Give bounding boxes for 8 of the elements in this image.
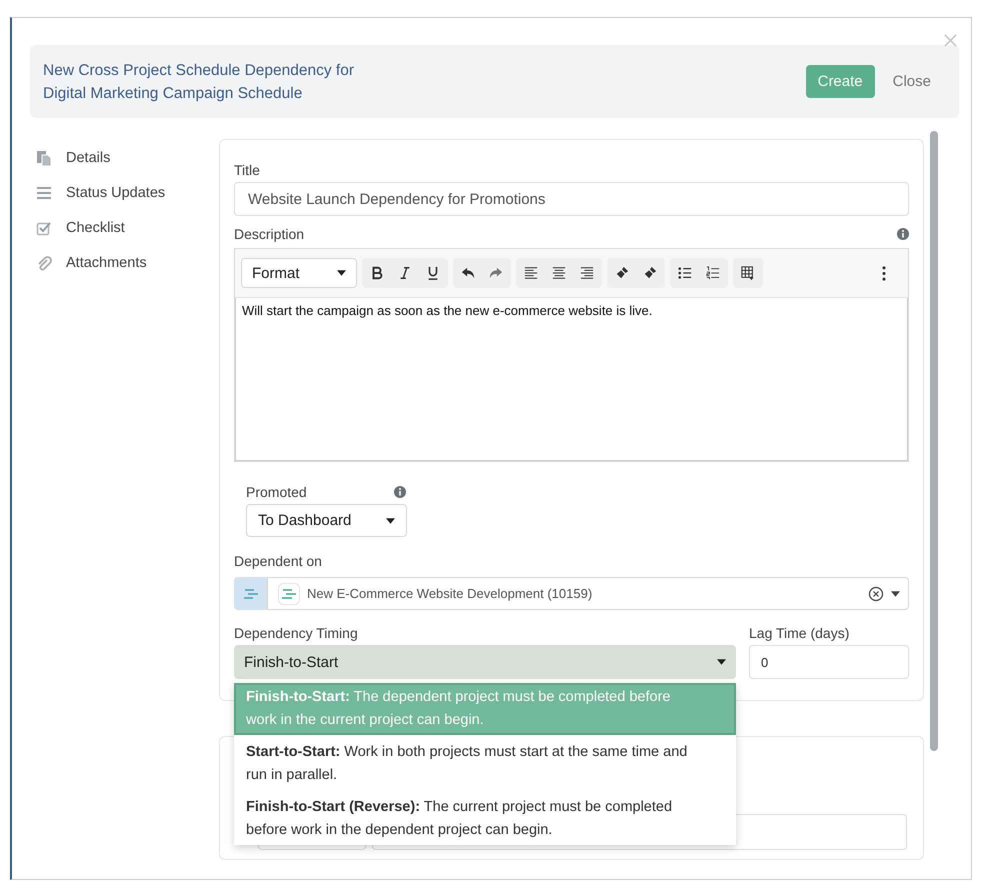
dialog-title: New Cross Project Schedule Dependency for Digital Marketing Campaign Schedule (43, 60, 356, 104)
field-label: Lag Time (days) (749, 624, 850, 643)
field-label: Title (234, 161, 261, 180)
field-label: Promoted (246, 483, 307, 502)
field-label: Dependency Timing (234, 624, 359, 643)
description-text: Will start the campaign as soon as the new e-commerce website is live. (242, 303, 652, 318)
field-label: Dependent on (234, 552, 323, 571)
field-label: Description (234, 225, 304, 244)
